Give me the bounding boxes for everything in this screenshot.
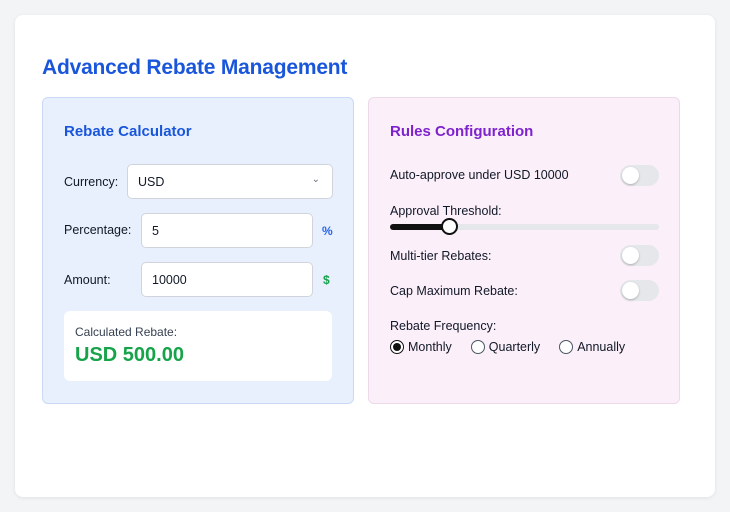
radio-circle — [559, 340, 574, 354]
percentage-input-value: 5 — [152, 223, 159, 238]
page-title: Advanced Rebate Management — [42, 56, 348, 79]
radio-monthly[interactable]: Monthly — [390, 340, 452, 354]
cap-maximum-toggle[interactable] — [620, 280, 659, 301]
approval-threshold-label: Approval Threshold: — [390, 204, 502, 218]
percentage-input[interactable]: 5 — [141, 213, 313, 248]
calculated-rebate-value: USD 500.00 — [75, 344, 184, 366]
chevron-down-icon: ⌄ — [311, 174, 320, 185]
toggle-knob — [622, 247, 639, 264]
auto-approve-label: Auto-approve under USD 10000 — [390, 168, 569, 182]
slider-thumb[interactable] — [440, 218, 458, 235]
cap-maximum-label: Cap Maximum Rebate: — [390, 284, 518, 298]
radio-annually[interactable]: Annually — [559, 340, 625, 354]
currency-label: Currency: — [64, 175, 119, 189]
currency-select-value: USD — [138, 174, 165, 189]
toggle-knob — [622, 167, 639, 184]
amount-input-value: 10000 — [152, 272, 187, 287]
amount-input[interactable]: 10000 — [141, 262, 313, 297]
dollar-suffix: $ — [323, 273, 330, 287]
rebate-frequency-label: Rebate Frequency: — [390, 319, 497, 333]
rules-configuration-panel: Rules Configuration Auto-approve under U… — [368, 97, 680, 404]
currency-select[interactable]: USD ⌄ — [127, 164, 333, 199]
radio-circle — [470, 340, 485, 354]
multi-tier-toggle[interactable] — [620, 245, 659, 266]
percentage-label: Percentage: — [64, 223, 132, 237]
auto-approve-toggle[interactable] — [620, 165, 659, 186]
radio-quarterly-label: Quarterly — [488, 340, 541, 354]
radio-quarterly[interactable]: Quarterly — [470, 340, 541, 354]
multi-tier-label: Multi-tier Rebates: — [390, 249, 492, 263]
rebate-calculator-panel: Rebate Calculator Currency: USD ⌄ Percen… — [42, 97, 354, 404]
approval-threshold-slider[interactable] — [390, 218, 659, 235]
rules-title: Rules Configuration — [390, 123, 534, 140]
rebate-frequency-group: Monthly Quarterly Annually — [390, 340, 644, 354]
calculated-rebate-box: Calculated Rebate: USD 500.00 — [64, 311, 332, 381]
radio-annually-label: Annually — [577, 340, 626, 354]
calculator-title: Rebate Calculator — [64, 123, 192, 140]
radio-monthly-label: Monthly — [408, 340, 452, 354]
radio-circle — [390, 340, 404, 354]
toggle-knob — [622, 282, 639, 299]
amount-label: Amount: — [64, 273, 111, 287]
calculated-rebate-label: Calculated Rebate: — [75, 325, 178, 339]
percent-suffix: % — [322, 224, 333, 238]
